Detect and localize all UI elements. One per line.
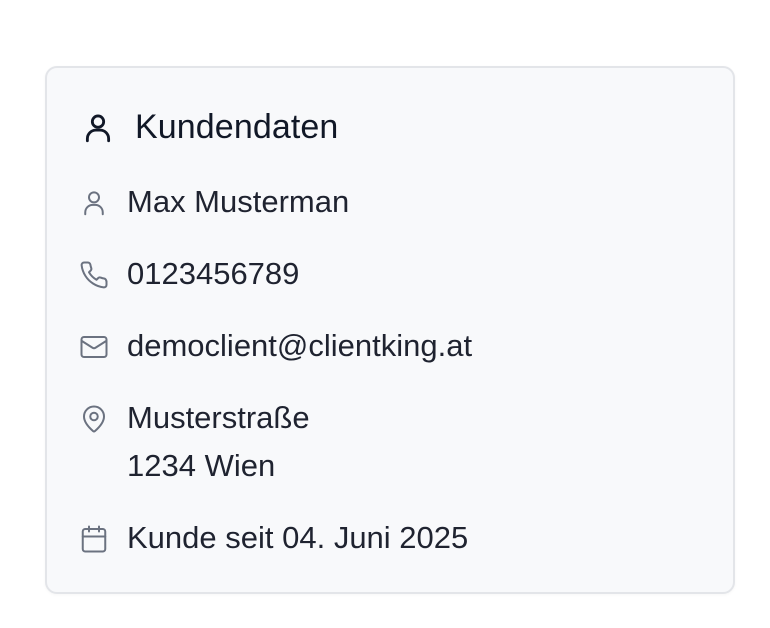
customer-email-row: democlient@clientking.at xyxy=(79,328,472,370)
customer-name: Max Musterman xyxy=(127,184,350,219)
card-title: Kundendaten xyxy=(135,108,339,146)
mail-icon xyxy=(79,332,109,362)
customer-since-row: Kunde seit 04. Juni 2025 xyxy=(79,520,468,562)
customer-data-card: Kundendaten Max Musterman 0123456789 dem… xyxy=(45,66,735,594)
customer-email: democlient@clientking.at xyxy=(127,328,473,363)
phone-icon xyxy=(79,260,109,290)
user-icon xyxy=(81,111,115,145)
address-city: 1234 Wien xyxy=(127,448,276,483)
customer-phone: 0123456789 xyxy=(127,256,300,291)
address-street: Musterstraße xyxy=(127,400,310,435)
calendar-icon xyxy=(79,524,109,554)
customer-address: Musterstraße 1234 Wien xyxy=(127,394,310,490)
customer-name-row: Max Musterman xyxy=(79,184,349,226)
customer-phone-row: 0123456789 xyxy=(79,256,299,298)
card-header: Kundendaten xyxy=(81,108,338,147)
customer-since: Kunde seit 04. Juni 2025 xyxy=(127,520,469,555)
user-icon xyxy=(79,188,109,218)
map-pin-icon xyxy=(79,404,109,434)
customer-address-row: Musterstraße 1234 Wien xyxy=(79,400,310,490)
